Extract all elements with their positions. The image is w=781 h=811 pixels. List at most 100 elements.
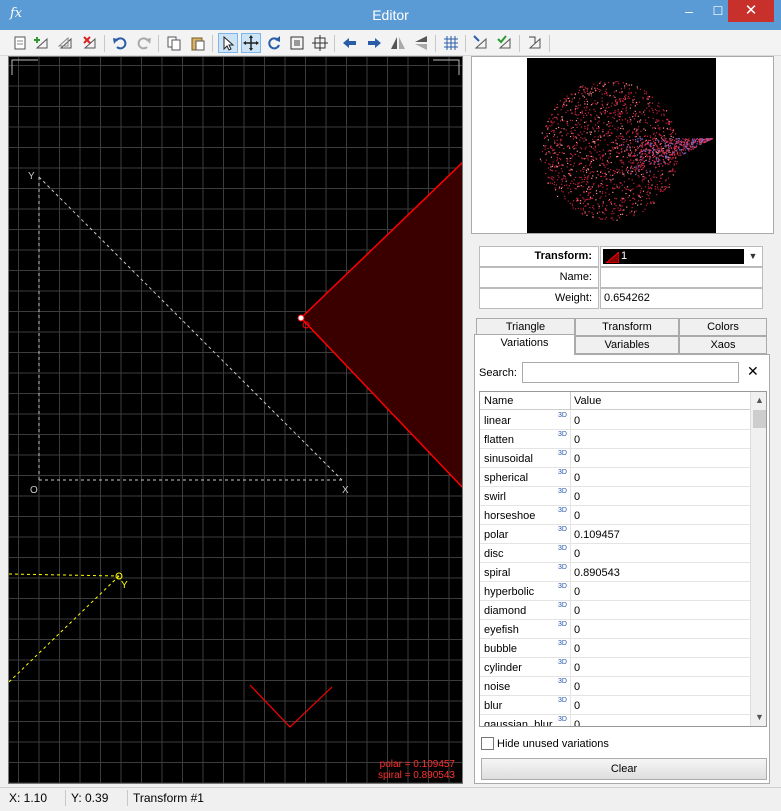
preview-frame — [471, 56, 774, 234]
flip-horizontal-button[interactable] — [388, 33, 408, 53]
variation-row[interactable]: swirl 3D 0 — [480, 487, 750, 506]
toolbar-separator — [158, 35, 159, 52]
toolbar-separator — [104, 35, 105, 52]
toggle-final-button[interactable] — [495, 33, 515, 53]
post-transform-button[interactable] — [471, 33, 491, 53]
3d-badge-icon: 3D — [558, 450, 567, 457]
undo-button[interactable] — [110, 33, 130, 53]
column-header-name[interactable]: Name — [484, 395, 513, 407]
variation-row[interactable]: noise 3D 0 — [480, 677, 750, 696]
triangle-vertex-handle[interactable] — [297, 314, 305, 322]
variation-row[interactable]: spiral 3D 0.890543 — [480, 563, 750, 582]
tab-variations[interactable]: Variations — [474, 334, 575, 355]
variation-value[interactable]: 0 — [574, 434, 580, 446]
variation-row[interactable]: eyefish 3D 0 — [480, 620, 750, 639]
paste-button[interactable] — [188, 33, 208, 53]
variation-row[interactable]: blur 3D 0 — [480, 696, 750, 715]
3d-badge-icon: 3D — [558, 545, 567, 552]
clear-search-icon[interactable]: ✕ — [747, 363, 759, 380]
move-icon — [243, 35, 259, 51]
variation-value[interactable]: 0 — [574, 643, 580, 655]
variation-row[interactable]: polar 3D 0.109457 — [480, 525, 750, 544]
variation-value[interactable]: 0 — [574, 681, 580, 693]
variation-row[interactable]: hyperbolic 3D 0 — [480, 582, 750, 601]
variation-value[interactable]: 0 — [574, 700, 580, 712]
close-window-button[interactable]: ✕ — [728, 0, 774, 22]
redo-button[interactable] — [134, 33, 154, 53]
variation-row[interactable]: disc 3D 0 — [480, 544, 750, 563]
variation-value[interactable]: 0.109457 — [574, 529, 620, 541]
variation-row[interactable]: cylinder 3D 0 — [480, 658, 750, 677]
pivot-tool-button[interactable] — [310, 33, 330, 53]
variation-row[interactable]: sinusoidal 3D 0 — [480, 449, 750, 468]
reset-button[interactable] — [525, 33, 545, 53]
variation-value[interactable]: 0 — [574, 415, 580, 427]
variation-value[interactable]: 0 — [574, 510, 580, 522]
delete-transform-button[interactable] — [80, 33, 100, 53]
axis-label-x: X — [342, 485, 349, 496]
variation-value[interactable]: 0 — [574, 453, 580, 465]
variation-row[interactable]: spherical 3D 0 — [480, 468, 750, 487]
new-flame-button[interactable] — [10, 33, 30, 53]
variation-value[interactable]: 0 — [574, 491, 580, 503]
rotate-tool-button[interactable] — [264, 33, 284, 53]
variation-row[interactable]: flatten 3D 0 — [480, 430, 750, 449]
select-tool-button[interactable] — [218, 33, 238, 53]
variation-value[interactable]: 0 — [574, 548, 580, 560]
scale-tool-button[interactable] — [287, 33, 307, 53]
variation-value[interactable]: 0.890543 — [574, 567, 620, 579]
minimize-button[interactable]: – — [675, 0, 703, 22]
move-tool-button[interactable] — [241, 33, 261, 53]
rotate-left-button[interactable] — [340, 33, 360, 53]
variation-value[interactable]: 0 — [574, 586, 580, 598]
tab-colors[interactable]: Colors — [679, 318, 767, 336]
scroll-thumb[interactable] — [753, 410, 766, 428]
variation-name: spiral — [484, 567, 511, 579]
variation-value[interactable]: 0 — [574, 624, 580, 636]
variation-row[interactable]: diamond 3D 0 — [480, 601, 750, 620]
scroll-down-icon[interactable]: ▼ — [751, 709, 766, 726]
variation-row[interactable]: gaussian_blur 3D 0 — [480, 715, 750, 726]
grid-scrollbar[interactable]: ▲ ▼ — [750, 392, 766, 726]
scroll-up-icon[interactable]: ▲ — [751, 392, 766, 409]
grid-toggle-button[interactable] — [441, 33, 461, 53]
rotate-left-icon — [343, 38, 356, 48]
tab-transform[interactable]: Transform — [575, 318, 679, 336]
final-transform-y — [9, 575, 120, 683]
name-field[interactable] — [600, 267, 763, 288]
duplicate-transform-button[interactable] — [56, 33, 76, 53]
add-transform-button[interactable] — [32, 33, 52, 53]
tab-xaos[interactable]: Xaos — [679, 336, 767, 354]
transform-selector[interactable]: 1 ▼ — [600, 246, 763, 267]
variation-value[interactable]: 0 — [574, 605, 580, 617]
variation-row[interactable]: bubble 3D 0 — [480, 639, 750, 658]
add-transform-icon — [34, 37, 48, 49]
variation-value[interactable]: 0 — [574, 662, 580, 674]
3d-badge-icon: 3D — [558, 621, 567, 628]
toolbar — [0, 30, 781, 56]
column-header-value[interactable]: Value — [574, 395, 601, 407]
tab-variables[interactable]: Variables — [575, 336, 679, 354]
variation-value[interactable]: 0 — [574, 472, 580, 484]
3d-badge-icon: 3D — [558, 526, 567, 533]
variation-row[interactable]: horseshoe 3D 0 — [480, 506, 750, 525]
variation-row[interactable]: linear 3D 0 — [480, 411, 750, 430]
copy-button[interactable] — [164, 33, 184, 53]
window-title: Editor — [372, 7, 409, 23]
weight-field[interactable]: 0.654262 — [600, 288, 763, 309]
transform-triangle[interactable] — [299, 161, 463, 489]
clear-button[interactable]: Clear — [481, 758, 767, 780]
toolbar-separator — [334, 35, 335, 52]
search-input[interactable] — [522, 362, 739, 383]
triangle-editor-canvas[interactable]: Y O X Y polar = 0.109457 spiral = 0.8905… — [8, 56, 463, 784]
copy-icon — [167, 36, 181, 51]
hide-unused-checkbox[interactable] — [481, 737, 494, 750]
variation-value[interactable]: 0 — [574, 719, 580, 726]
flip-vertical-button[interactable] — [411, 33, 431, 53]
post-transform-icon — [473, 35, 487, 49]
variation-name: horseshoe — [484, 510, 536, 522]
3d-badge-icon: 3D — [558, 431, 567, 438]
rotate-right-button[interactable] — [364, 33, 384, 53]
toolbar-separator — [465, 35, 466, 52]
chevron-down-icon[interactable]: ▼ — [746, 249, 760, 264]
